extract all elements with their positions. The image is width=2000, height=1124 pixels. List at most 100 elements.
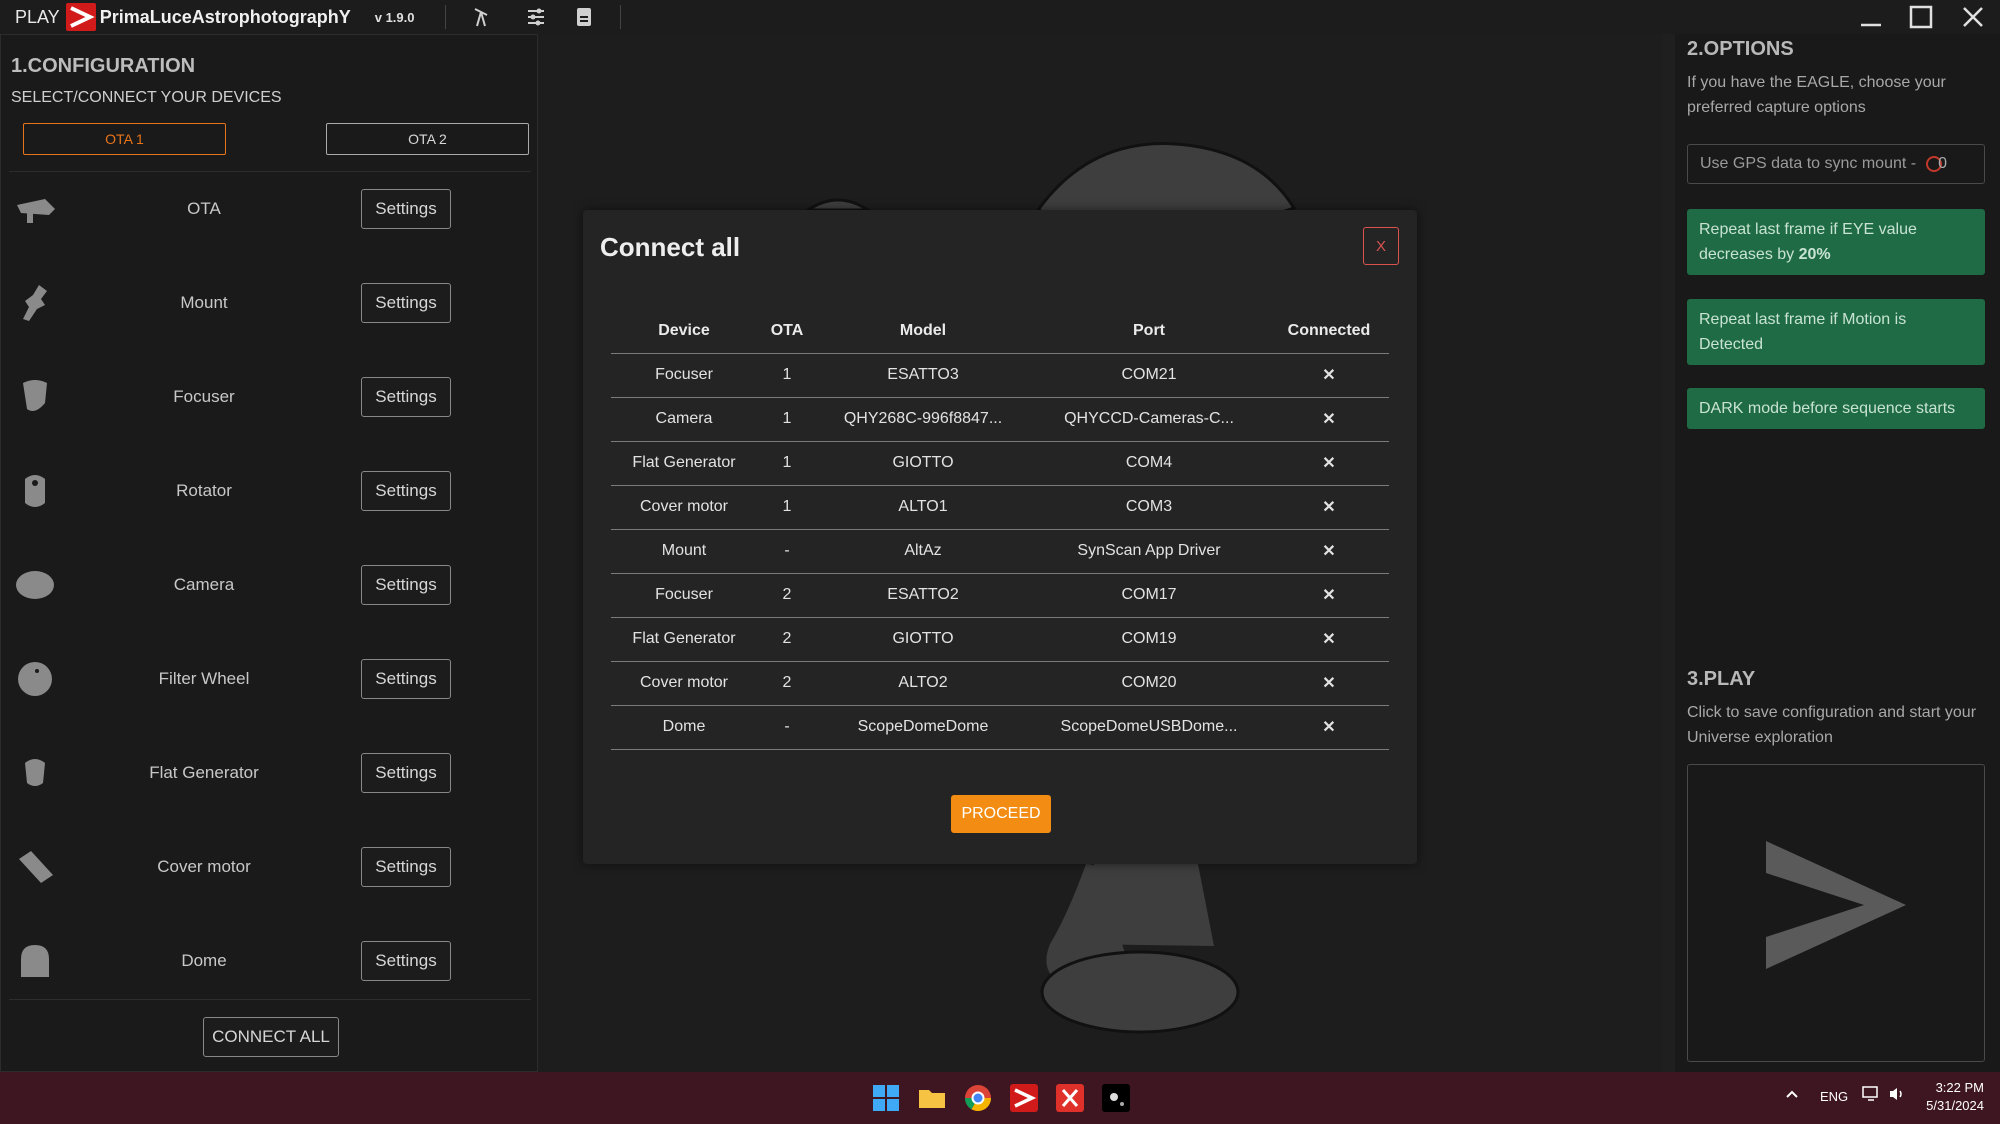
settings-sliders-icon[interactable] xyxy=(524,5,548,29)
cell-device: Mount xyxy=(611,529,757,574)
clock-date[interactable]: 5/31/2024 xyxy=(1916,1098,1984,1113)
not-connected-icon: ✕ xyxy=(1269,441,1389,486)
cell-model: QHY268C-996f8847... xyxy=(817,397,1029,442)
sd-card-icon[interactable] xyxy=(572,5,596,29)
red-x-app-icon[interactable] xyxy=(1054,1082,1086,1114)
device-row-filter-wheel: Filter Wheel Settings xyxy=(1,639,539,719)
filter-wheel-settings-button[interactable]: Settings xyxy=(361,659,451,699)
device-label: Cover motor xyxy=(157,857,251,876)
astro-app-icon[interactable] xyxy=(1100,1082,1132,1114)
not-connected-icon: ✕ xyxy=(1269,397,1389,442)
table-row: Flat Generator 1 GIOTTO COM4 ✕ xyxy=(611,441,1389,486)
app-brand: PrimaLuceAstrophotographY xyxy=(99,6,351,27)
configuration-heading: 1.CONFIGURATION xyxy=(11,55,196,77)
table-row: Focuser 2 ESATTO2 COM17 ✕ xyxy=(611,573,1389,618)
rotator-settings-button[interactable]: Settings xyxy=(361,471,451,511)
cell-port: COM20 xyxy=(1029,661,1269,706)
column-header-device: Device xyxy=(611,310,757,354)
clock-time[interactable]: 3:22 PM xyxy=(1928,1080,1984,1095)
devices-table: Device OTA Model Port Connected Focuser … xyxy=(611,310,1389,750)
panel-divider xyxy=(9,999,531,1000)
cell-device: Camera xyxy=(611,397,757,442)
not-connected-icon: ✕ xyxy=(1269,353,1389,398)
cell-model: GIOTTO xyxy=(817,441,1029,486)
dark-mode-option[interactable]: DARK mode before sequence starts xyxy=(1687,388,1985,429)
configuration-subheading: SELECT/CONNECT YOUR DEVICES xyxy=(11,89,282,106)
table-row: Focuser 1 ESATTO3 COM21 ✕ xyxy=(611,353,1389,398)
tray-overflow-icon[interactable] xyxy=(1784,1086,1800,1105)
flat-generator-icon xyxy=(25,759,45,786)
table-row: Cover motor 1 ALTO1 COM3 ✕ xyxy=(611,485,1389,530)
not-connected-icon: ✕ xyxy=(1269,529,1389,574)
file-explorer-icon[interactable] xyxy=(916,1082,948,1114)
table-row: Flat Generator 2 GIOTTO COM19 ✕ xyxy=(611,617,1389,662)
tab-ota-1[interactable]: OTA 1 xyxy=(23,123,226,155)
play-start-button[interactable] xyxy=(1687,764,1985,1062)
cell-ota: 2 xyxy=(757,661,817,706)
not-connected-icon: ✕ xyxy=(1269,705,1389,750)
play-description: Click to save configuration and start yo… xyxy=(1687,704,1977,746)
not-connected-icon: ✕ xyxy=(1269,617,1389,662)
device-label: Dome xyxy=(181,951,227,970)
gps-sync-value: 0 xyxy=(1938,155,1947,172)
cell-port: COM3 xyxy=(1029,485,1269,530)
cell-model: GIOTTO xyxy=(817,617,1029,662)
ota-settings-button[interactable]: Settings xyxy=(361,189,451,229)
chrome-icon[interactable] xyxy=(962,1082,994,1114)
repeat-eye-option[interactable]: Repeat last frame if EYE value decreases… xyxy=(1687,209,1985,275)
cell-ota: - xyxy=(757,705,817,750)
cover-motor-settings-button[interactable]: Settings xyxy=(361,847,451,887)
mount-settings-button[interactable]: Settings xyxy=(361,283,451,323)
proceed-button[interactable]: PROCEED xyxy=(951,795,1051,833)
column-header-port: Port xyxy=(1029,310,1269,354)
app-logo-icon xyxy=(65,3,96,31)
cell-port: COM17 xyxy=(1029,573,1269,618)
telescope-mode-icon[interactable] xyxy=(470,5,494,29)
cell-model: AltAz xyxy=(817,529,1029,574)
gps-sync-toggle[interactable]: Use GPS data to sync mount - 0 xyxy=(1687,144,1985,184)
cell-device: Cover motor xyxy=(611,485,757,530)
cell-ota: - xyxy=(757,529,817,574)
table-row: Camera 1 QHY268C-996f8847... QHYCCD-Came… xyxy=(611,397,1389,442)
network-icon[interactable] xyxy=(1862,1086,1880,1105)
minimize-icon[interactable] xyxy=(1848,0,1894,34)
app-version: v 1.9.0 xyxy=(374,9,415,25)
cell-device: Cover motor xyxy=(611,661,757,706)
table-header-row: Device OTA Model Port Connected xyxy=(611,310,1389,354)
dialog-close-button[interactable]: X xyxy=(1363,227,1399,265)
play-app-taskbar-icon[interactable] xyxy=(1008,1082,1040,1114)
not-connected-icon: ✕ xyxy=(1269,485,1389,530)
table-row: Dome - ScopeDomeDome ScopeDomeUSBDome...… xyxy=(611,705,1389,750)
cell-model: ScopeDomeDome xyxy=(817,705,1029,750)
filter-wheel-icon xyxy=(18,662,52,696)
device-row-rotator: Rotator Settings xyxy=(1,451,539,531)
flat-generator-settings-button[interactable]: Settings xyxy=(361,753,451,793)
not-connected-icon: ✕ xyxy=(1269,661,1389,706)
column-header-ota: OTA xyxy=(757,310,817,354)
language-indicator[interactable]: ENG xyxy=(1820,1089,1848,1104)
dome-settings-button[interactable]: Settings xyxy=(361,941,451,981)
toolbar-divider xyxy=(619,5,621,29)
cell-port: COM4 xyxy=(1029,441,1269,486)
column-header-connected: Connected xyxy=(1269,310,1389,354)
windows-start-icon[interactable] xyxy=(870,1082,902,1114)
camera-settings-button[interactable]: Settings xyxy=(361,565,451,605)
focuser-settings-button[interactable]: Settings xyxy=(361,377,451,417)
volume-icon[interactable] xyxy=(1888,1086,1906,1105)
device-row-focuser: Focuser Settings xyxy=(1,357,539,437)
cell-ota: 1 xyxy=(757,353,817,398)
cell-port: SynScan App Driver xyxy=(1029,529,1269,574)
cell-model: ALTO2 xyxy=(817,661,1029,706)
toolbar-divider xyxy=(444,5,446,29)
not-connected-icon: ✕ xyxy=(1269,573,1389,618)
device-label: Rotator xyxy=(176,481,232,500)
cell-model: ESATTO3 xyxy=(817,353,1029,398)
repeat-motion-option[interactable]: Repeat last frame if Motion is Detected xyxy=(1687,299,1985,365)
app-window: PLAY PrimaLuceAstrophotographY v 1.9.0 1… xyxy=(0,0,2000,1124)
close-window-icon[interactable] xyxy=(1950,0,1996,34)
repeat-eye-value: 20% xyxy=(1798,246,1831,263)
device-label: OTA xyxy=(187,199,221,218)
tab-ota-2[interactable]: OTA 2 xyxy=(326,123,529,155)
maximize-icon[interactable] xyxy=(1898,0,1944,34)
connect-all-button[interactable]: CONNECT ALL xyxy=(203,1017,339,1057)
